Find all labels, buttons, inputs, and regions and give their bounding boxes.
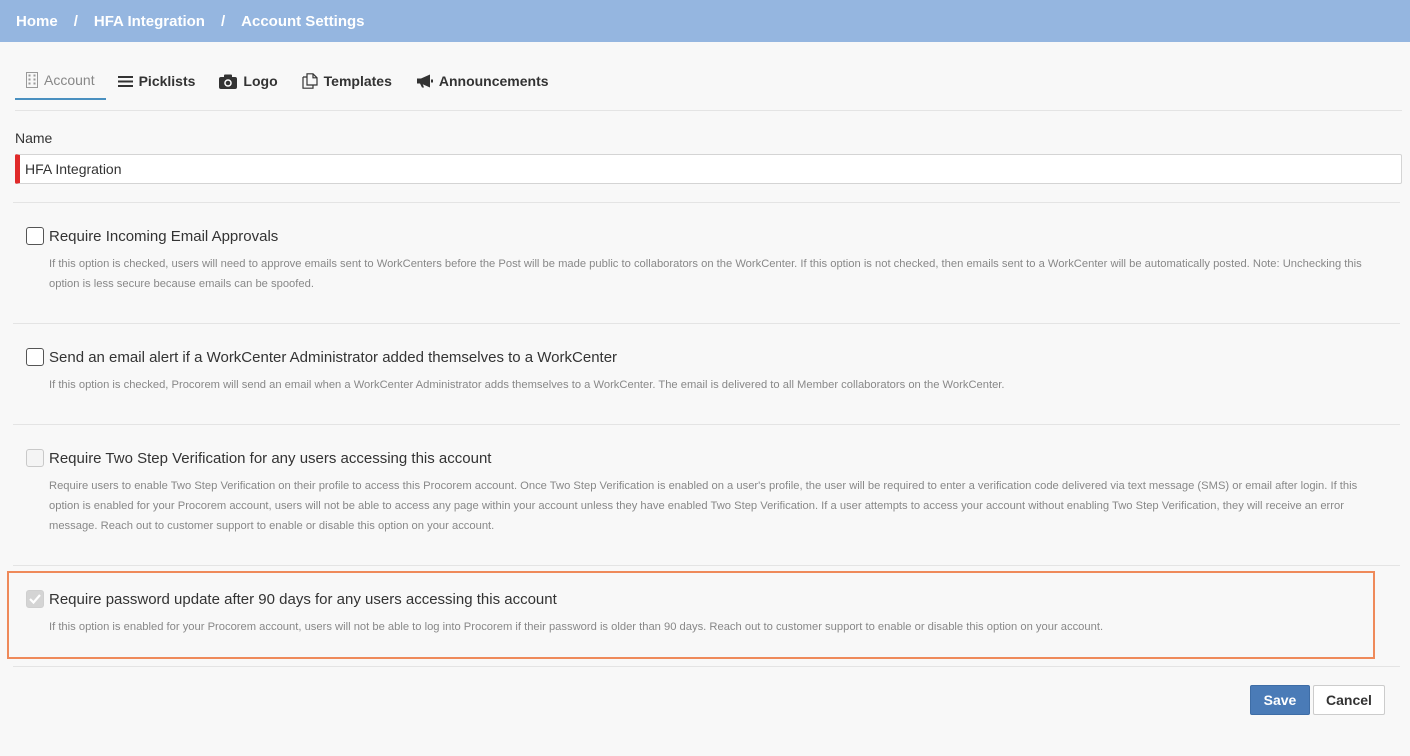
building-icon <box>26 72 38 88</box>
tab-label: Templates <box>323 73 392 89</box>
option-description: If this option is checked, users will ne… <box>49 258 1362 290</box>
highlight-annotation <box>7 571 1375 659</box>
option-two-step-verification: Require Two Step Verification for any us… <box>26 447 1390 536</box>
list-icon <box>117 75 133 88</box>
tab-label: Picklists <box>138 73 196 89</box>
tab-label: Account <box>44 72 95 88</box>
camera-icon <box>219 74 238 89</box>
option-title: Require Two Step Verification for any us… <box>49 449 492 467</box>
tab-picklists[interactable]: Picklists <box>106 62 208 100</box>
option-email-approvals: Require Incoming Email Approvals If this… <box>26 225 1390 294</box>
divider <box>13 565 1400 566</box>
divider <box>13 202 1400 203</box>
breadcrumb: Home / HFA Integration / Account Setting… <box>0 0 1410 42</box>
save-button[interactable]: Save <box>1250 685 1310 715</box>
copy-icon <box>302 73 318 89</box>
tab-label: Announcements <box>438 73 549 89</box>
breadcrumb-hfa-integration[interactable]: HFA Integration <box>94 13 205 30</box>
breadcrumb-home[interactable]: Home <box>16 13 58 30</box>
option-admin-alert: Send an email alert if a WorkCenter Admi… <box>26 346 1390 395</box>
option-title: Require Incoming Email Approvals <box>49 227 279 245</box>
breadcrumb-separator: / <box>73 12 78 30</box>
breadcrumb-separator: / <box>220 12 226 30</box>
admin-alert-checkbox[interactable] <box>26 348 44 366</box>
divider <box>13 666 1400 667</box>
divider <box>13 424 1400 425</box>
option-description: Require users to enable Two Step Verific… <box>49 480 1358 532</box>
tab-account[interactable]: Account <box>15 62 106 100</box>
tab-label: Logo <box>243 73 278 89</box>
divider <box>13 323 1400 324</box>
megaphone-icon <box>416 74 433 88</box>
breadcrumb-account-settings: Account Settings <box>241 12 365 30</box>
cancel-button[interactable]: Cancel <box>1313 685 1385 715</box>
email-approvals-checkbox[interactable] <box>26 227 44 245</box>
settings-tabs: Account Picklists Logo Templates Announc… <box>15 62 1402 111</box>
tab-announcements[interactable]: Announcements <box>404 62 561 100</box>
tab-logo[interactable]: Logo <box>207 62 289 100</box>
option-description: If this option is checked, Procorem will… <box>49 379 1005 391</box>
name-label: Name <box>15 130 53 146</box>
option-title: Send an email alert if a WorkCenter Admi… <box>49 348 618 366</box>
two-step-verification-checkbox <box>26 449 44 467</box>
tab-templates[interactable]: Templates <box>290 62 404 100</box>
name-input[interactable] <box>15 154 1402 184</box>
